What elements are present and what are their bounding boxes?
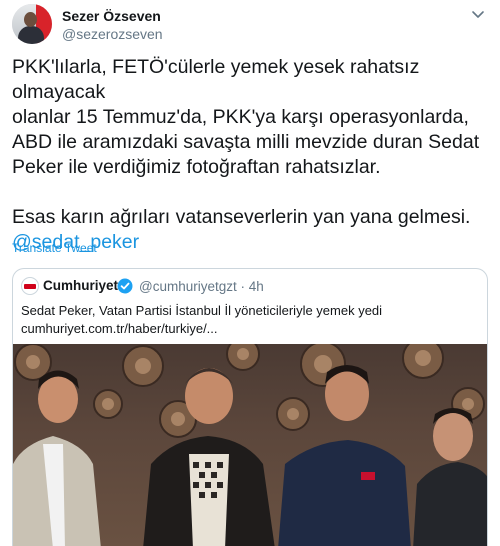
quoted-tweet[interactable]: Cumhuriyet @cumhuriyetgzt · 4h Sedat Pek…: [12, 268, 488, 546]
quoted-author-name: Cumhuriyet: [43, 278, 119, 293]
tweet-text-line: PKK'lılarla, FETÖ'cülerle yemek yesek ra…: [12, 56, 420, 103]
quoted-photo[interactable]: [13, 344, 487, 546]
avatar-figure-head: [24, 12, 37, 27]
quoted-link-text: cumhuriyet.com.tr/haber/turkiye/...: [21, 321, 218, 336]
cumhuriyet-logo-icon: [24, 284, 36, 289]
author-name[interactable]: Sezer Özseven: [62, 8, 161, 24]
tweet-text-line: olanlar 15 Temmuz'da, PKK'ya karşı opera…: [12, 106, 469, 128]
tweet-text-line: Esas karın ağrıları vatanseverlerin yan …: [12, 206, 471, 228]
photo-illustration: [13, 344, 487, 546]
author-handle[interactable]: @sezerozseven: [62, 26, 163, 42]
tweet: Sezer Özseven @sezerozseven PKK'lılarla,…: [0, 0, 500, 546]
verified-badge-icon: [117, 278, 133, 294]
quoted-avatar: [21, 277, 39, 295]
quoted-text-line: Sedat Peker, Vatan Partisi İstanbul İl y…: [21, 303, 383, 318]
chevron-down-icon[interactable]: [470, 6, 486, 22]
tweet-text: PKK'lılarla, FETÖ'cülerle yemek yesek ra…: [12, 55, 488, 255]
tweet-text-line: ABD ile aramızdaki savaşta milli mevzide…: [12, 131, 480, 153]
quoted-time: 4h: [248, 279, 264, 294]
avatar-figure-body: [18, 26, 44, 44]
quoted-tweet-header: Cumhuriyet @cumhuriyetgzt · 4h: [21, 275, 481, 297]
tweet-text-line: Peker ile verdiğimiz fotoğraftan rahatsı…: [12, 156, 381, 178]
quoted-text: Sedat Peker, Vatan Partisi İstanbul İl y…: [21, 302, 481, 338]
quoted-separator: ·: [240, 279, 246, 294]
quoted-meta: @cumhuriyetgzt · 4h: [139, 279, 264, 294]
tweet-header: Sezer Özseven @sezerozseven: [12, 4, 488, 46]
translate-tweet-link[interactable]: Translate Tweet: [12, 241, 97, 255]
avatar[interactable]: [12, 4, 52, 44]
quoted-author-handle: @cumhuriyetgzt: [139, 279, 237, 294]
